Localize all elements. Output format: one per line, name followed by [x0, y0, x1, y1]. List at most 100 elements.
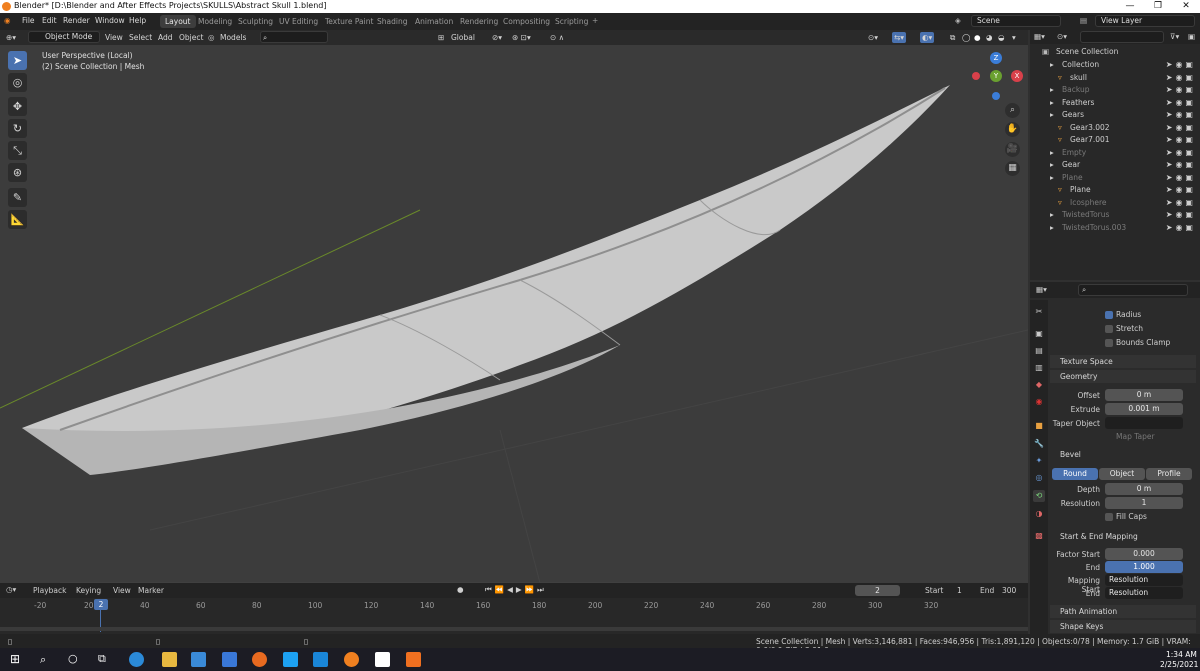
pivot-icon[interactable]: ⊘▾ — [492, 32, 502, 43]
tab-texture-paint[interactable]: Texture Paint — [320, 15, 378, 28]
tab-sculpting[interactable]: Sculpting — [233, 15, 278, 28]
data-tab-icon[interactable]: ⟲ — [1033, 490, 1045, 502]
editor-type-icon[interactable]: ⊕▾ — [6, 32, 16, 43]
mapping-start-select[interactable]: Resolution — [1105, 574, 1183, 586]
gizmo-neg-x[interactable] — [972, 72, 980, 80]
firefox-icon[interactable] — [252, 652, 267, 667]
visibility-toggle-icons[interactable]: ➤◉▣ — [1166, 209, 1196, 222]
geometry-section[interactable]: Geometry — [1050, 370, 1196, 383]
taper-object-field[interactable] — [1105, 417, 1183, 429]
expand-arrow-icon[interactable]: ▸ — [1050, 209, 1054, 222]
material-shading-icon[interactable]: ◕ — [986, 32, 993, 43]
expand-arrow-icon[interactable]: ▸ — [1050, 97, 1054, 110]
shape-keys-section[interactable]: Shape Keys — [1050, 620, 1196, 633]
menu-render[interactable]: Render — [63, 16, 90, 25]
outliner-row[interactable]: ▸ Empty ➤◉▣ — [1030, 147, 1200, 160]
outliner-row[interactable]: ▸ Collection ➤◉▣ — [1030, 59, 1200, 72]
outliner-editor-icon[interactable]: ▦▾ — [1034, 32, 1045, 41]
radius-checkbox[interactable] — [1105, 311, 1113, 319]
expand-arrow-icon[interactable]: ▿ — [1058, 134, 1062, 147]
visibility-toggle-icons[interactable]: ➤◉▣ — [1166, 184, 1196, 197]
outliner-row[interactable]: ▸ Backup ➤◉▣ — [1030, 84, 1200, 97]
visibility-toggle-icons[interactable]: ➤◉▣ — [1166, 59, 1196, 72]
texture-tab-icon[interactable]: ▩ — [1033, 530, 1045, 542]
tab-rendering[interactable]: Rendering — [455, 15, 503, 28]
solid-shading-icon[interactable]: ● — [974, 32, 981, 43]
expand-arrow-icon[interactable]: ▿ — [1058, 72, 1062, 85]
bounds-clamp-checkbox[interactable] — [1105, 339, 1113, 347]
tab-layout[interactable]: Layout — [160, 15, 196, 28]
physics-tab-icon[interactable]: ◎ — [1033, 472, 1045, 484]
start-frame-field[interactable]: 1 — [957, 586, 962, 595]
outliner-row[interactable]: ▸ Plane ➤◉▣ — [1030, 172, 1200, 185]
visibility-icon[interactable]: ⊙▾ — [868, 32, 878, 43]
camera-icon[interactable]: 🎥 — [1005, 142, 1020, 157]
wireframe-shading-icon[interactable]: ◯ — [962, 32, 970, 43]
offset-field[interactable]: 0 m — [1105, 389, 1183, 401]
windows-start-icon[interactable]: ⊞ — [10, 652, 20, 666]
visibility-toggle-icons[interactable]: ➤◉▣ — [1166, 72, 1196, 85]
expand-arrow-icon[interactable]: ▿ — [1058, 184, 1062, 197]
add-workspace-button[interactable]: + — [592, 16, 598, 25]
timeline-menu-view[interactable]: View — [113, 586, 131, 595]
expand-arrow-icon[interactable]: ▸ — [1050, 109, 1054, 122]
expand-arrow-icon[interactable]: ▸ — [1050, 147, 1054, 160]
outliner-row[interactable]: ▸ Gears ➤◉▣ — [1030, 109, 1200, 122]
outliner-row[interactable]: ▿ Gear7.001 ➤◉▣ — [1030, 134, 1200, 147]
bevel-profile-button[interactable]: Profile — [1146, 468, 1192, 480]
gizmo-x-axis[interactable]: X — [1011, 70, 1023, 82]
tab-modeling[interactable]: Modeling — [193, 15, 237, 28]
expand-arrow-icon[interactable]: ▸ — [1050, 222, 1054, 235]
visibility-toggle-icons[interactable]: ➤◉▣ — [1166, 222, 1196, 235]
visibility-toggle-icons[interactable]: ➤◉▣ — [1166, 197, 1196, 210]
visibility-toggle-icons[interactable]: ➤◉▣ — [1166, 97, 1196, 110]
measure-tool[interactable]: 📐 — [8, 210, 27, 229]
viewport-menu-add[interactable]: Add — [158, 32, 173, 43]
tab-animation[interactable]: Animation — [410, 15, 458, 28]
properties-editor-icon[interactable]: ▦▾ — [1036, 285, 1047, 294]
fill-caps-checkbox[interactable] — [1105, 513, 1113, 521]
scale-tool[interactable]: ⤡ — [8, 141, 27, 160]
outliner-row[interactable]: ▸ TwistedTorus.003 ➤◉▣ — [1030, 222, 1200, 235]
outliner-search-input[interactable] — [1080, 31, 1164, 43]
viewport-menu-view[interactable]: View — [105, 32, 123, 43]
cortana-icon[interactable]: ○ — [68, 652, 78, 665]
minimize-button[interactable]: — — [1116, 0, 1144, 13]
snap-icon[interactable]: ⊛ ⊡▾ — [512, 32, 531, 43]
display-mode-icon[interactable]: ⊙▾ — [1057, 32, 1067, 41]
visibility-toggle-icons[interactable]: ➤◉▣ — [1166, 134, 1196, 147]
outliner-row[interactable]: ▿ Icosphere ➤◉▣ — [1030, 197, 1200, 210]
annotate-tool[interactable]: ✎ — [8, 188, 27, 207]
depth-field[interactable]: 0 m — [1105, 483, 1183, 495]
current-frame-field[interactable]: 2 — [855, 585, 900, 596]
texture-space-section[interactable]: Texture Space — [1050, 355, 1196, 368]
bevel-object-button[interactable]: Object — [1099, 468, 1145, 480]
gizmo-y-axis[interactable]: Y — [990, 70, 1002, 82]
outliner-row[interactable]: ▸ Feathers ➤◉▣ — [1030, 97, 1200, 110]
outliner-row[interactable]: ▸ TwistedTorus ➤◉▣ — [1030, 209, 1200, 222]
mapping-end-select[interactable]: Resolution — [1105, 587, 1183, 599]
3d-viewport[interactable]: ⊕▾ Object Mode View Select Add Object ◎ … — [0, 30, 1028, 583]
mail-icon[interactable] — [222, 652, 237, 667]
expand-arrow-icon[interactable]: ▸ — [1050, 59, 1054, 72]
tab-scripting[interactable]: Scripting — [550, 15, 593, 28]
menu-help[interactable]: Help — [129, 16, 146, 25]
edge-browser-icon[interactable] — [129, 652, 144, 667]
menu-file[interactable]: File — [22, 16, 35, 25]
photos-icon[interactable] — [313, 652, 328, 667]
resolution-field[interactable]: 1 — [1105, 497, 1183, 509]
viewport-search-input[interactable] — [260, 31, 328, 43]
start-end-mapping-section[interactable]: Start & End Mapping — [1050, 530, 1196, 543]
menu-edit[interactable]: Edit — [42, 16, 57, 25]
path-animation-section[interactable]: Path Animation — [1050, 605, 1196, 618]
cursor-tool[interactable]: ◎ — [8, 73, 27, 92]
twitter-icon[interactable] — [283, 652, 298, 667]
particles-tab-icon[interactable]: ✦ — [1033, 455, 1045, 467]
blender-taskbar-icon[interactable] — [344, 652, 359, 667]
expand-arrow-icon[interactable]: ▸ — [1050, 84, 1054, 97]
expand-arrow-icon[interactable]: ▸ — [1050, 159, 1054, 172]
select-box-tool[interactable]: ➤ — [8, 51, 27, 70]
timeline-menu-marker[interactable]: Marker — [138, 586, 164, 595]
material-tab-icon[interactable]: ◑ — [1033, 508, 1045, 520]
proportional-edit-icon[interactable]: ⊙ ∧ — [550, 32, 564, 43]
